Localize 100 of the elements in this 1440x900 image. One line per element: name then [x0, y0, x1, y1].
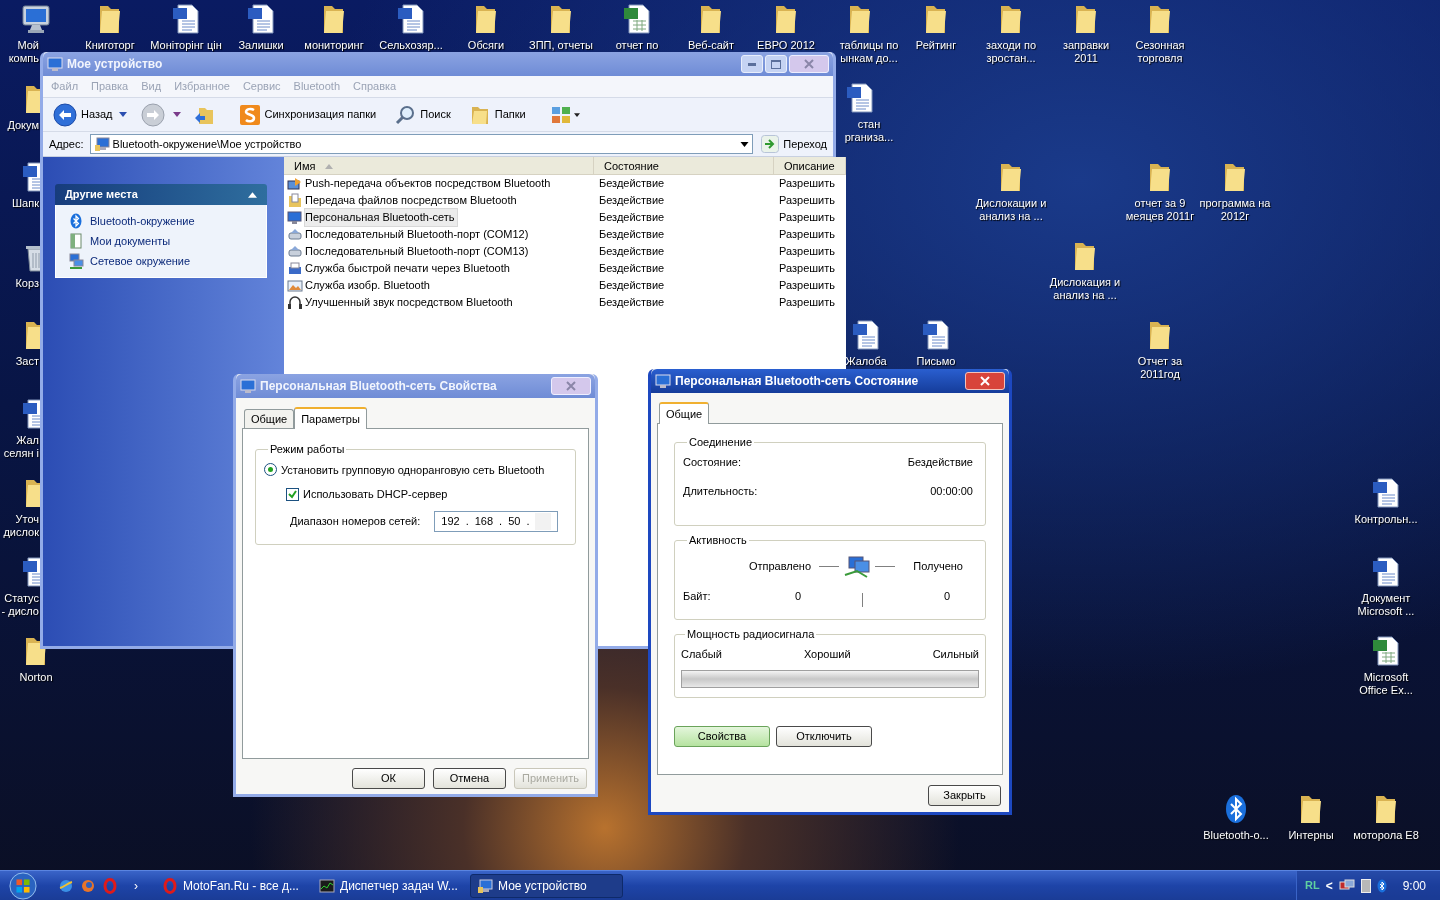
field-value: 0 [793, 589, 801, 605]
icon-label: Книготорг [85, 39, 135, 52]
search-button[interactable]: Поиск [390, 100, 455, 129]
file-name[interactable]: Последовательный Bluetooth-порт (COM12) [305, 226, 531, 243]
scale-label: Хороший [803, 646, 851, 662]
icon-label: Корз [14, 277, 39, 290]
bluetooth-icon[interactable] [1376, 878, 1387, 893]
icon-label: Microsoft Office Ex... [1359, 671, 1413, 697]
document-icon[interactable] [844, 82, 876, 114]
radio-label: Установить групповую одноранговую сеть Bluetooth [281, 462, 545, 478]
table-cell-text: Бездействие [598, 261, 666, 277]
tab[interactable]: Общие [244, 409, 295, 428]
places-link[interactable]: Мои документы [68, 233, 254, 249]
close-dialog-button[interactable]: Закрыть [928, 785, 1001, 806]
collapse-chevron-icon[interactable] [248, 191, 257, 198]
spreadsheet-icon[interactable] [1370, 635, 1402, 667]
start-orb-icon [8, 871, 38, 900]
start-button[interactable] [6, 871, 40, 900]
icon-label: Моніторінг цін [150, 39, 222, 52]
column-header[interactable]: Описание [774, 157, 846, 175]
table-cell-text: Разрешить [778, 193, 836, 209]
document-icon[interactable] [1370, 556, 1402, 588]
more-button[interactable]: › [132, 876, 140, 895]
icon-label: Дислокации и анализ на ... [975, 197, 1047, 223]
icon-label: Докум [6, 119, 39, 132]
icon-label: Интерны [1288, 829, 1334, 842]
sent-label: Отправлено [747, 559, 811, 575]
icon-label: Рейтинг [915, 39, 957, 52]
panel-header[interactable]: Другие места [55, 184, 267, 205]
dialog-button[interactable]: Отключить [776, 726, 872, 747]
folders-button[interactable]: Папки [464, 100, 530, 129]
scale-label: Сильный [932, 646, 979, 662]
checkbox[interactable] [286, 487, 299, 501]
port-icon [287, 226, 303, 243]
chart-window-icon [319, 877, 335, 894]
checkbox-label: Использовать DHCP-сервер [303, 487, 448, 502]
icon-label: Заст [14, 355, 39, 368]
radio-button[interactable] [264, 463, 277, 477]
ip-address-field[interactable]: 192 . 168 . 50 . [434, 510, 559, 532]
taskbar-button[interactable]: Мое устройство [470, 873, 623, 898]
search-icon [394, 103, 417, 126]
icon-label: моторола E8 [1353, 829, 1419, 842]
show-hidden-icons-button[interactable]: < [1325, 876, 1333, 895]
language-indicator[interactable]: RL [1304, 877, 1320, 894]
caret-icon[interactable] [172, 112, 181, 117]
document-icon[interactable] [1370, 477, 1402, 509]
document-icon[interactable] [920, 319, 952, 351]
field-label: Байт: [683, 589, 712, 605]
window-icon[interactable] [1360, 878, 1371, 893]
dialog-button[interactable]: Свойства [674, 726, 770, 747]
table-cell-text: Разрешить [778, 227, 836, 243]
column-header[interactable]: Состояние [594, 157, 774, 175]
printer-icon [287, 260, 303, 277]
group-title: Соединение [688, 435, 754, 450]
document-icon[interactable] [395, 3, 427, 35]
close-icon [566, 381, 576, 391]
icon-label: Жал селян і [2, 434, 39, 460]
document-icon[interactable] [170, 3, 202, 35]
tab[interactable]: Общие [659, 402, 710, 424]
column-header[interactable]: Имя [284, 157, 594, 175]
caret-icon[interactable] [118, 112, 127, 117]
dropdown-arrow-icon[interactable] [740, 141, 750, 147]
bluetooth-icon [68, 213, 84, 229]
file-name[interactable]: Последовательный Bluetooth-порт (COM13) [305, 243, 531, 260]
globe-icon[interactable] [58, 877, 74, 894]
tab[interactable]: Параметры [294, 407, 367, 429]
device-icon [287, 175, 303, 192]
sync-button[interactable]: Синхронизация папки [234, 100, 381, 129]
icon-label: стан рганиза... [843, 118, 895, 144]
field-value: 00:00:00 [930, 484, 973, 499]
network-icon[interactable] [1338, 878, 1355, 893]
file-name[interactable]: Служба изобр. Bluetooth [305, 277, 432, 294]
dialog-button[interactable]: Отмена [433, 768, 506, 789]
back-button[interactable]: Назад [51, 100, 115, 129]
document-icon[interactable] [245, 3, 277, 35]
folder-icon [287, 192, 303, 209]
icon-label: Сезонная торговля [1135, 39, 1185, 65]
group-title: Активность [688, 533, 748, 548]
places-link[interactable]: Сетевое окружение [68, 253, 254, 269]
go-button[interactable]: Переход [759, 134, 829, 154]
maximize-button[interactable] [765, 55, 787, 73]
table-cell-text: Бездействие [598, 193, 666, 209]
file-name[interactable]: Служба быстрой печати через Bluetooth [305, 260, 512, 277]
field-value: Бездействие [907, 454, 973, 470]
dialog-button[interactable]: ОК [352, 768, 425, 789]
file-name[interactable]: Персональная Bluetooth-сеть [305, 209, 457, 226]
computer-icon[interactable] [20, 3, 52, 35]
file-name[interactable]: Улучшенный звук посредством Bluetooth [305, 294, 515, 311]
places-link[interactable]: Bluetooth-окружение [68, 213, 254, 229]
spreadsheet-icon[interactable] [621, 3, 653, 35]
file-name[interactable]: Push-передача объектов посредством Bluetooth [305, 175, 553, 192]
taskbar-button[interactable]: MotoFan.Ru - все д... [156, 873, 309, 898]
document-icon[interactable] [850, 319, 882, 351]
icon-label: отчет по [615, 39, 659, 52]
minimize-button[interactable] [741, 55, 763, 73]
sync-icon [238, 103, 261, 126]
close-button[interactable] [965, 372, 1005, 390]
address-field[interactable]: Bluetooth-окружение\Мое устройство [89, 134, 754, 154]
file-name[interactable]: Передача файлов посредством Bluetooth [305, 192, 519, 209]
taskbar-button[interactable]: Диспетчер задач W... [313, 873, 466, 898]
